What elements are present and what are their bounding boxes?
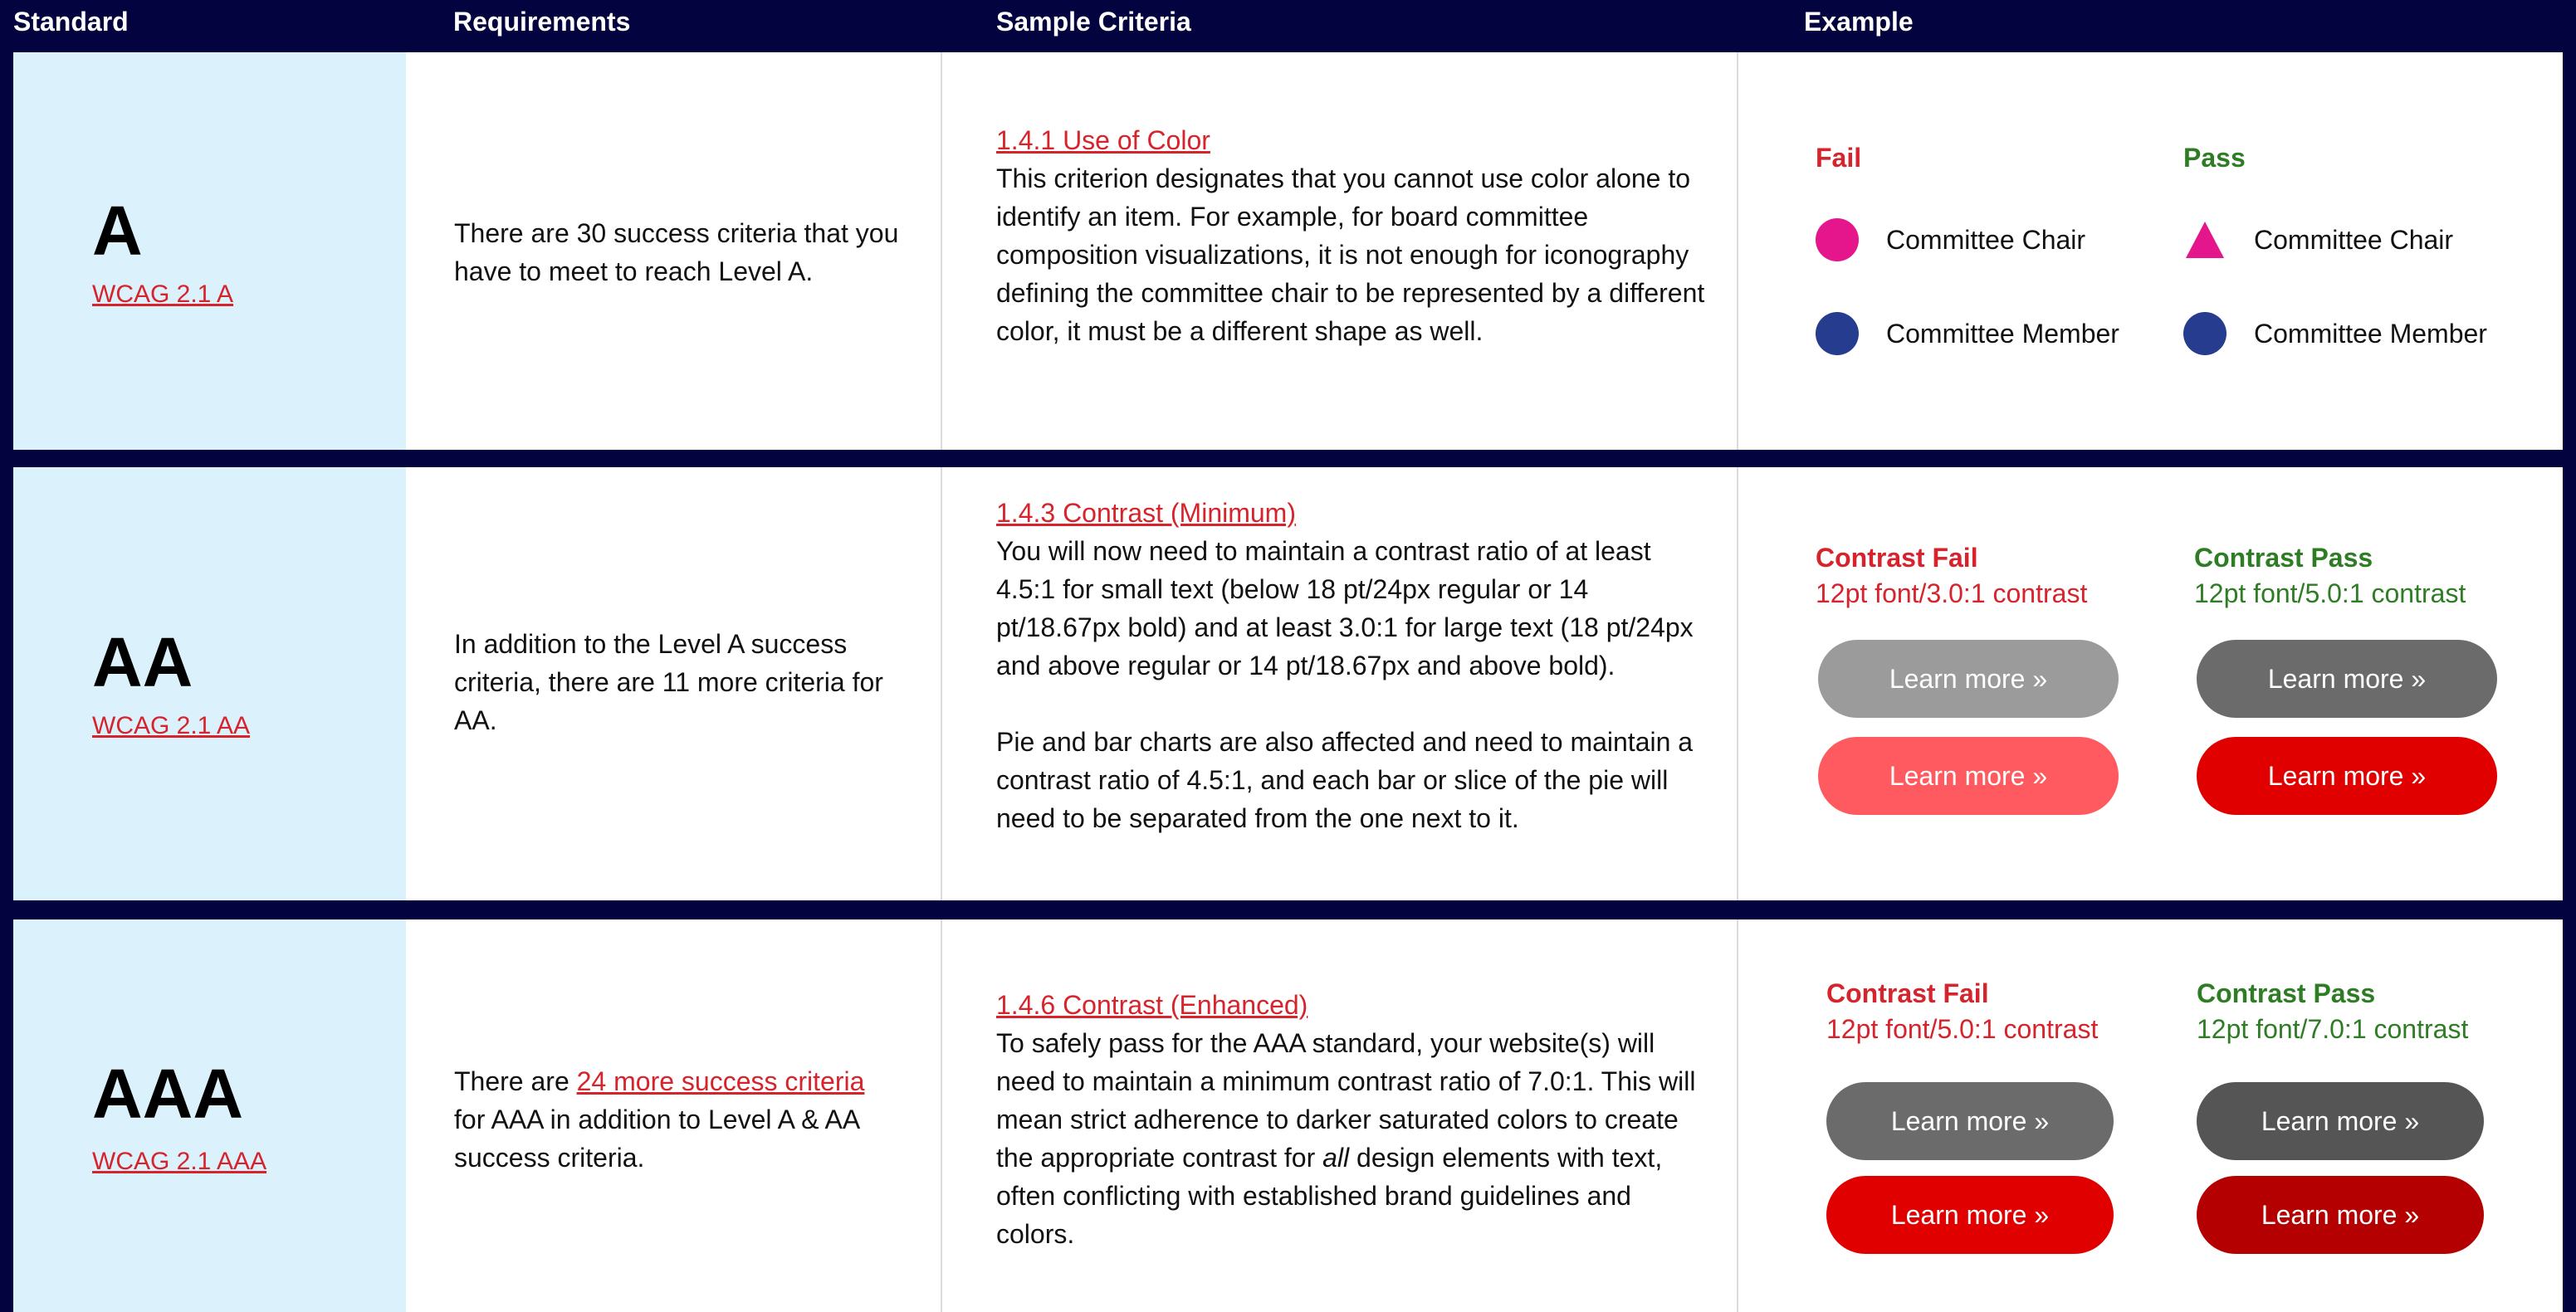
learn-more-button[interactable]: Learn more » <box>2197 1082 2484 1160</box>
learn-more-button[interactable]: Learn more » <box>2197 737 2497 815</box>
contrast-pass-label: Contrast Pass <box>2194 543 2373 573</box>
contrast-fail-sub: 12pt font/3.0:1 contrast <box>1816 578 2088 608</box>
header-requirements: Requirements <box>453 7 631 37</box>
wcag-link[interactable]: WCAG 2.1 AA <box>92 712 250 740</box>
criterion-block: 1.4.3 Contrast (Minimum) You will now ne… <box>996 494 1710 837</box>
navy-circle-icon <box>1816 312 1859 355</box>
fail-label: Fail <box>1816 143 1862 173</box>
navy-circle-icon <box>2183 312 2227 355</box>
level-title: AA <box>92 623 193 701</box>
level-title: AAA <box>92 1055 243 1133</box>
level-title: A <box>92 192 143 270</box>
requirement-text: There are 30 success criteria that you h… <box>454 218 899 286</box>
contrast-pass-sub: 12pt font/5.0:1 contrast <box>2194 578 2466 608</box>
column-divider <box>941 467 942 900</box>
pass-label: Pass <box>2183 143 2246 173</box>
criterion-link[interactable]: 1.4.6 Contrast (Enhanced) <box>996 986 1710 1024</box>
criterion-text: This criterion designates that you canno… <box>996 163 1705 346</box>
contrast-pass-sub: 12pt font/7.0:1 contrast <box>2197 1014 2469 1044</box>
requirement-text: In addition to the Level A success crite… <box>454 629 883 735</box>
table-row-level-aaa: AAA WCAG 2.1 AAA There are 24 more succe… <box>13 919 2563 1312</box>
criterion-paragraph: Pie and bar charts are also affected and… <box>996 727 1694 833</box>
header-sample-criteria: Sample Criteria <box>996 7 1191 37</box>
criterion-emphasis: all <box>1322 1143 1350 1173</box>
learn-more-button[interactable]: Learn more » <box>1826 1176 2114 1254</box>
table-header: Standard Requirements Sample Criteria Ex… <box>0 0 2576 51</box>
success-criteria-link[interactable]: 24 more success criteria <box>577 1066 865 1096</box>
column-divider <box>1737 919 1738 1312</box>
wcag-link[interactable]: WCAG 2.1 A <box>92 280 233 309</box>
wcag-link[interactable]: WCAG 2.1 AAA <box>92 1148 266 1176</box>
standard-cell <box>13 52 406 450</box>
contrast-pass-label: Contrast Pass <box>2197 978 2376 1008</box>
column-divider <box>941 919 942 1312</box>
standard-cell <box>13 467 406 900</box>
column-divider <box>1737 52 1738 450</box>
table-row-level-aa: AA WCAG 2.1 AA In addition to the Level … <box>13 467 2563 900</box>
legend-label: Committee Member <box>1886 319 2119 349</box>
contrast-fail-label: Contrast Fail <box>1826 978 1989 1008</box>
criterion-block: 1.4.1 Use of Color This criterion design… <box>996 121 1710 350</box>
learn-more-button[interactable]: Learn more » <box>2197 1176 2484 1254</box>
requirement-text-end: for AAA in addition to Level A & AA succ… <box>454 1105 859 1173</box>
pink-circle-icon <box>1816 218 1859 261</box>
criterion-text: To safely pass for the AAA standard, you… <box>996 1024 1710 1253</box>
requirement-text-start: There are <box>454 1066 577 1096</box>
requirement-text: There are 24 more success criteria for A… <box>454 1062 902 1177</box>
header-standard: Standard <box>13 7 129 37</box>
column-divider <box>1737 467 1738 900</box>
learn-more-button[interactable]: Learn more » <box>2197 640 2497 718</box>
legend-label: Committee Chair <box>2254 225 2454 255</box>
legend-label: Committee Member <box>2254 319 2487 349</box>
contrast-fail-label: Contrast Fail <box>1816 543 1978 573</box>
criterion-paragraph: You will now need to maintain a contrast… <box>996 536 1694 680</box>
learn-more-button[interactable]: Learn more » <box>1818 640 2119 718</box>
header-example: Example <box>1804 7 1914 37</box>
contrast-fail-sub: 12pt font/5.0:1 contrast <box>1826 1014 2099 1044</box>
pink-triangle-icon <box>2186 222 2224 258</box>
learn-more-button[interactable]: Learn more » <box>1826 1082 2114 1160</box>
column-divider <box>941 52 942 450</box>
criterion-link[interactable]: 1.4.3 Contrast (Minimum) <box>996 494 1710 532</box>
criterion-block: 1.4.6 Contrast (Enhanced) To safely pass… <box>996 986 1710 1253</box>
learn-more-button[interactable]: Learn more » <box>1818 737 2119 815</box>
legend-label: Committee Chair <box>1886 225 2086 255</box>
criterion-link[interactable]: 1.4.1 Use of Color <box>996 121 1710 159</box>
table-row-level-a: A WCAG 2.1 A There are 30 success criter… <box>13 52 2563 450</box>
